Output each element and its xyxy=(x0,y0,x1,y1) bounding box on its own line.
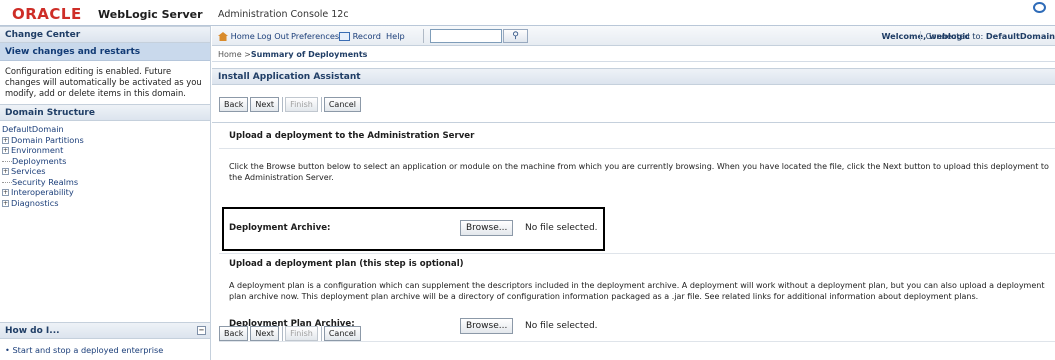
breadcrumb-home[interactable]: Home xyxy=(218,50,242,59)
tree-item[interactable]: + Interoperability xyxy=(2,187,208,198)
help-circle-icon[interactable] xyxy=(1033,2,1046,13)
toolbar-divider xyxy=(423,29,424,43)
expand-icon[interactable]: + xyxy=(2,136,9,144)
search-button[interactable]: ⚲ xyxy=(503,29,528,43)
expand-icon[interactable]: + xyxy=(2,147,9,154)
logout-link[interactable]: Log Out xyxy=(257,31,289,41)
divider xyxy=(219,148,1055,149)
tree-item[interactable]: + Environment xyxy=(2,145,208,156)
tree-root-defaultdomain[interactable]: DefaultDomain xyxy=(2,124,208,135)
finish-button-bottom[interactable]: Finish xyxy=(285,326,318,341)
domain-structure-title: Domain Structure xyxy=(0,104,210,121)
how-do-i-item[interactable]: • Start and stop a deployed enterprise xyxy=(0,339,210,360)
home-link[interactable]: Home xyxy=(218,31,255,41)
how-do-i-header: How do I... − xyxy=(0,322,210,339)
how-do-i-title: How do I... xyxy=(5,326,60,336)
main-area: Home Log Out Preferences Record Help ⚲ W… xyxy=(212,26,1055,360)
assistant-content: Upload a deployment to the Administratio… xyxy=(212,122,1055,360)
record-icon xyxy=(339,32,350,41)
plan-browse-button[interactable]: Browse... xyxy=(460,318,514,334)
expand-icon[interactable]: + xyxy=(2,199,9,207)
tree-connector xyxy=(2,181,12,183)
breadcrumb-current: Summary of Deployments xyxy=(250,50,368,59)
assistant-title: Install Application Assistant xyxy=(212,68,1055,85)
view-changes-link[interactable]: View changes and restarts xyxy=(0,43,210,61)
help-link[interactable]: Help xyxy=(386,31,405,41)
connected-prefix: Connected to: xyxy=(925,31,984,41)
product-subtitle: Administration Console 12c xyxy=(218,9,349,20)
tree-item-label[interactable]: Diagnostics xyxy=(11,198,59,208)
tree-item-label[interactable]: Deployments xyxy=(12,156,66,166)
tree-item[interactable]: + Diagnostics xyxy=(2,198,208,209)
tree-item[interactable]: Deployments xyxy=(2,156,208,167)
record-label[interactable]: Record xyxy=(353,31,381,41)
breadcrumb-separator: > xyxy=(241,50,251,59)
change-center-message: Configuration editing is enabled. Future… xyxy=(5,66,202,98)
expand-icon[interactable]: + xyxy=(2,168,9,175)
cancel-button[interactable]: Cancel xyxy=(323,97,361,112)
back-button[interactable]: Back xyxy=(219,97,249,112)
tree-connector xyxy=(2,160,12,162)
connected-text: Connected to: DefaultDomain xyxy=(919,31,1055,41)
tree-item-label[interactable]: Security Realms xyxy=(12,177,78,187)
back-button-bottom[interactable]: Back xyxy=(219,326,249,341)
home-label[interactable]: Home xyxy=(231,31,255,41)
plan-title: Upload a deployment plan (this step is o… xyxy=(229,259,464,269)
bottom-button-row: Back Next Finish Cancel xyxy=(219,326,363,344)
oracle-logo: ORACLE xyxy=(12,5,82,23)
upload-title: Upload a deployment to the Administratio… xyxy=(229,131,475,141)
domain-tree: DefaultDomain + Domain Partitions + Environ… xyxy=(0,121,210,211)
tree-item[interactable]: + Services xyxy=(2,166,208,177)
next-button-bottom[interactable]: Next xyxy=(250,326,280,341)
divider xyxy=(219,253,1055,254)
search-icon: ⚲ xyxy=(512,31,519,41)
connected-domain: DefaultDomain xyxy=(985,31,1055,41)
top-banner: ORACLE WebLogic Server Administration Co… xyxy=(0,0,1055,26)
tree-item-label[interactable]: Environment xyxy=(11,145,63,155)
home-icon xyxy=(218,32,228,41)
record-link[interactable]: Record xyxy=(339,31,381,41)
how-do-i-item-label[interactable]: Start and stop a deployed enterprise xyxy=(12,345,163,355)
tree-item-label[interactable]: Interoperability xyxy=(11,187,74,197)
tree-item-label[interactable]: Services xyxy=(11,166,46,176)
upload-description: Click the Browse button below to select … xyxy=(229,162,1049,182)
expand-icon[interactable]: + xyxy=(2,189,9,196)
toolbar: Home Log Out Preferences Record Help ⚲ W… xyxy=(212,26,1055,46)
preferences-link[interactable]: Preferences xyxy=(291,31,339,41)
product-name: WebLogic Server xyxy=(98,8,203,21)
search-input[interactable] xyxy=(430,29,502,43)
collapse-icon[interactable]: − xyxy=(197,326,206,335)
breadcrumb: Home >Summary of Deployments xyxy=(212,46,1055,62)
next-button[interactable]: Next xyxy=(250,97,280,112)
tree-item-label[interactable]: Domain Partitions xyxy=(11,135,84,145)
top-button-row: Back Next Finish Cancel xyxy=(219,97,363,115)
tree-item[interactable]: Security Realms xyxy=(2,177,208,188)
archive-highlight-box xyxy=(222,207,605,251)
tree-item[interactable]: + Domain Partitions xyxy=(2,135,208,146)
cancel-button-bottom[interactable]: Cancel xyxy=(323,326,361,341)
plan-file-status: No file selected. xyxy=(525,321,598,331)
finish-button[interactable]: Finish xyxy=(285,97,318,112)
left-panel: Change Center View changes and restarts … xyxy=(0,26,211,360)
plan-description: A deployment plan is a configuration whi… xyxy=(229,281,1045,301)
change-center-title: Change Center xyxy=(0,26,210,43)
